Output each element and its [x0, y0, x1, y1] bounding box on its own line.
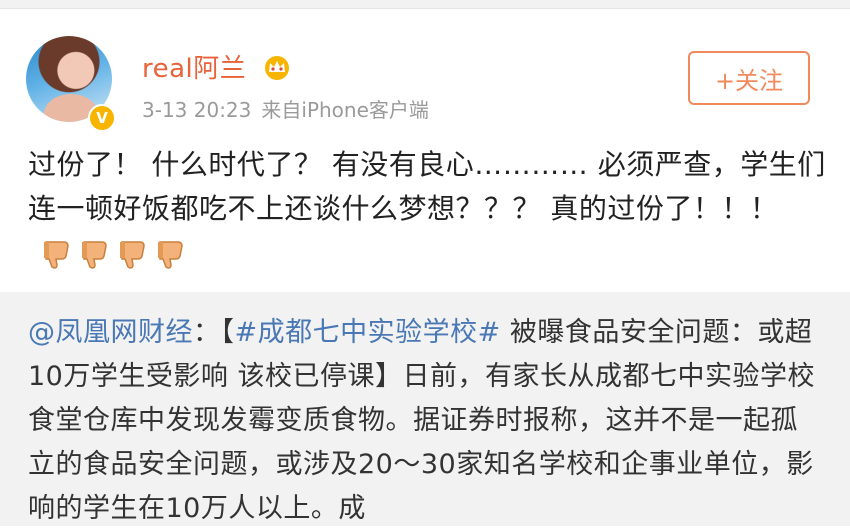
verified-badge-icon: V	[88, 104, 116, 132]
topic-hashtag-link[interactable]: #成都七中实验学校#	[235, 317, 501, 348]
post-body: 过份了！ 什么时代了？ 有没有良心………… 必须严查，学生们连一顿好饭都吃不上还…	[28, 143, 828, 275]
username[interactable]: real阿兰	[142, 48, 246, 85]
repost-source-link[interactable]: @凤凰网财经	[28, 317, 193, 348]
post-header: V real阿兰 3-13 20:23 来自iPhone客户端 +关注	[0, 8, 850, 136]
thumbs-down-icon	[82, 241, 107, 269]
thumbs-down-icon	[158, 241, 183, 269]
thumbs-down-icon	[120, 241, 145, 269]
repost-text: @凤凰网财经：【#成都七中实验学校# 被曝食品安全问题：或超10万学生受影响 该…	[28, 311, 818, 531]
post-time: 3-13 20:23	[142, 98, 252, 122]
crown-icon	[265, 56, 289, 80]
post-meta: 3-13 20:23 来自iPhone客户端	[142, 94, 439, 123]
repost-prefix: ：【	[193, 317, 235, 348]
emoji-group	[42, 238, 186, 270]
repost-body: 被曝食品安全问题：或超10万学生受影响 该校已停课】日前，有家长从成都七中实验学…	[28, 317, 815, 524]
post-text: 过份了！ 什么时代了？ 有没有良心………… 必须严查，学生们连一顿好饭都吃不上还…	[28, 148, 826, 225]
follow-button[interactable]: +关注	[688, 51, 810, 105]
thumbs-down-icon	[44, 241, 69, 269]
reposted-content[interactable]: @凤凰网财经：【#成都七中实验学校# 被曝食品安全问题：或超10万学生受影响 该…	[0, 292, 850, 526]
post-source: 来自iPhone客户端	[261, 98, 429, 122]
